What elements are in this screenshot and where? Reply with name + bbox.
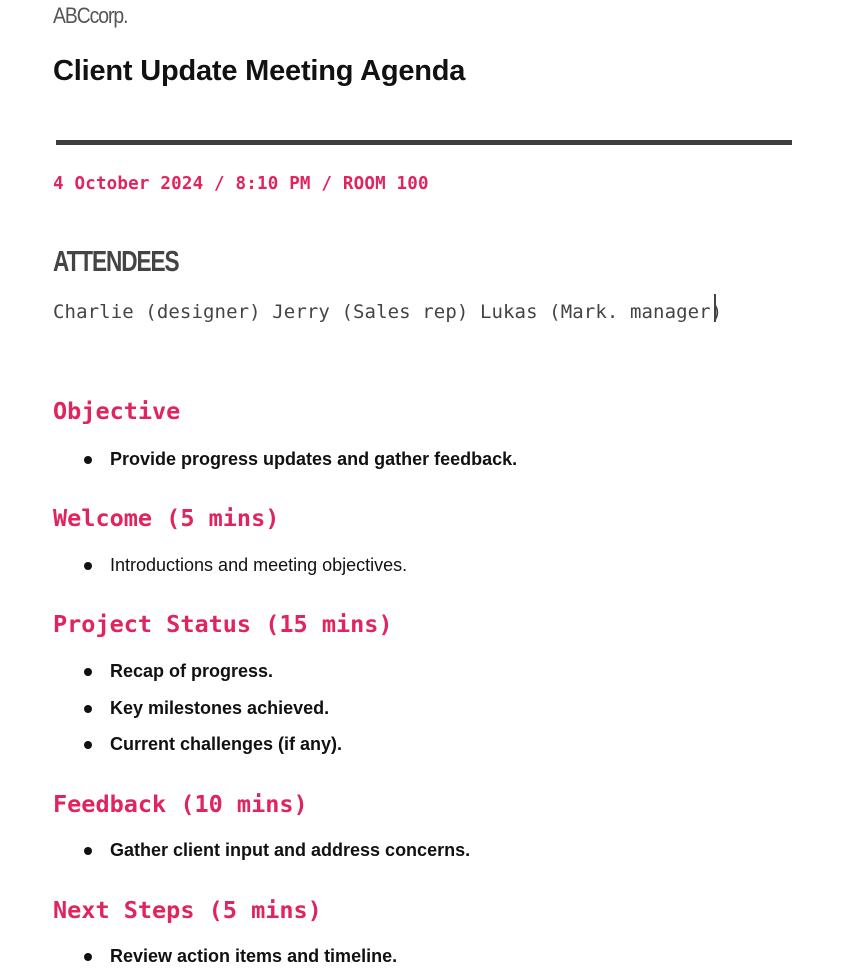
agenda-document: ABCcorp. Client Update Meeting Agenda 4 … (0, 0, 843, 976)
section-list-project-status: Recap of progress. Key milestones achiev… (0, 653, 342, 763)
list-item: Recap of progress. (0, 653, 342, 690)
list-item-text: Key milestones achieved. (110, 697, 330, 718)
list-item: Gather client input and address concerns… (0, 832, 470, 869)
list-item-text: Gather client input and address concerns… (110, 840, 471, 860)
section-list-feedback: Gather client input and address concerns… (0, 832, 470, 869)
list-item: Introductions and meeting objectives. (0, 547, 407, 584)
text-cursor (714, 294, 716, 322)
list-item: Review action items and timeline. (0, 938, 397, 975)
list-item-text: Provide progress updates and gather feed… (110, 449, 518, 469)
bullet-icon (84, 668, 92, 676)
section-heading-project-status: Project Status (15 mins) (53, 610, 393, 638)
section-list-next-steps: Review action items and timeline. (0, 938, 397, 975)
list-item-text: Recap of progress. (110, 661, 274, 681)
section-heading-objective: Objective (53, 397, 181, 425)
section-list-objective: Provide progress updates and gather feed… (0, 441, 517, 478)
list-item-text: Introductions and meeting objectives. (110, 555, 408, 575)
bullet-icon (84, 847, 92, 855)
section-heading-feedback: Feedback (10 mins) (53, 790, 308, 818)
attendees-list[interactable]: Charlie (designer) Jerry (Sales rep) Luk… (53, 292, 753, 333)
section-heading-welcome: Welcome (5 mins) (53, 504, 280, 532)
list-item-text: Current challenges (if any). (110, 734, 343, 754)
page-title: Client Update Meeting Agenda (53, 55, 466, 87)
brand-name: ABCcorp. (53, 3, 128, 28)
attendees-heading: ATTENDEES (53, 246, 180, 278)
bullet-icon (84, 456, 92, 464)
title-divider (56, 140, 792, 145)
list-item-text: Review action items and timeline. (110, 946, 398, 966)
section-list-welcome: Introductions and meeting objectives. (0, 547, 407, 584)
bullet-icon (84, 704, 92, 713)
meeting-datetime-location: 4 October 2024 / 8:10 PM / ROOM 100 (53, 174, 429, 194)
list-item: Key milestones achieved. (0, 690, 342, 727)
section-heading-next-steps: Next Steps (5 mins) (53, 896, 322, 924)
bullet-icon (84, 953, 92, 961)
list-item: Provide progress updates and gather feed… (0, 441, 517, 478)
list-item: Current challenges (if any). (0, 726, 342, 763)
bullet-icon (84, 741, 92, 749)
bullet-icon (84, 562, 92, 570)
